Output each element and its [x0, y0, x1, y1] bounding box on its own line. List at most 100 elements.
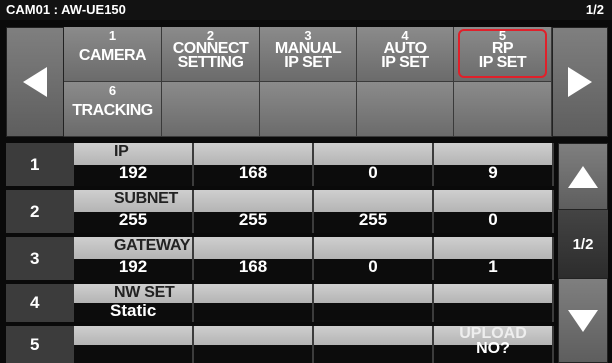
setting-row-nw-set: 4 NW SET Static	[6, 284, 554, 322]
upload-line-1: UPLOAD	[459, 325, 527, 342]
tab-manual-ip-set[interactable]: 3 MANUAL IP SET	[260, 27, 357, 82]
row-header: SUBNET	[74, 190, 192, 212]
gateway-octet-4[interactable]: 1	[434, 237, 552, 280]
next-tab-button[interactable]	[552, 27, 608, 137]
value: 192	[74, 164, 192, 186]
cell-value	[314, 303, 432, 322]
row-number: 3	[30, 248, 40, 268]
tab-tracking[interactable]: 6 TRACKING	[64, 82, 162, 137]
scroll-page-indicator: 1/2	[558, 210, 608, 278]
empty-cell	[194, 326, 312, 363]
cell-header	[74, 326, 192, 345]
scroll-down-button[interactable]	[558, 278, 608, 363]
cell-header	[314, 237, 432, 259]
empty-cell	[194, 284, 312, 322]
empty-cell	[314, 284, 432, 322]
row-number: 5	[30, 334, 40, 354]
value: 192	[74, 258, 192, 280]
cell-value	[194, 344, 312, 363]
gateway-octet-1[interactable]: GATEWAY 192	[74, 237, 192, 280]
value: 1	[434, 258, 552, 280]
value: Static	[74, 302, 192, 322]
row-header: IP	[74, 143, 192, 165]
tab-number: 5	[498, 28, 507, 43]
ip-octet-4[interactable]: 9	[434, 143, 552, 186]
value: 9	[434, 164, 552, 186]
cell-value	[314, 344, 432, 363]
upload-line-2: NO?	[476, 340, 510, 357]
setting-row-gateway: 3 GATEWAY 192 168 0 1	[6, 237, 554, 280]
tab-label-2: IP SET	[381, 54, 429, 71]
tab-label-2: SETTING	[177, 54, 244, 71]
cell-header	[314, 143, 432, 165]
row-number: 4	[30, 293, 40, 312]
left-arrow-icon	[23, 67, 47, 97]
tab-label: TRACKING	[72, 102, 153, 119]
setting-row-ip: 1 IP 192 168 0 9	[6, 143, 554, 186]
tab-empty	[357, 82, 454, 137]
cell-header	[434, 237, 552, 259]
upload-button[interactable]: UPLOAD NO?	[434, 326, 552, 363]
up-arrow-icon	[568, 165, 598, 188]
row-header: GATEWAY	[74, 237, 192, 259]
ip-octet-3[interactable]: 0	[314, 143, 432, 186]
gateway-octet-3[interactable]: 0	[314, 237, 432, 280]
cell-header	[434, 190, 552, 212]
value: 255	[74, 211, 192, 233]
tab-number: 1	[108, 28, 117, 43]
cell-header	[194, 190, 312, 212]
tab-camera[interactable]: 1 CAMERA	[64, 27, 162, 82]
value: 255	[314, 211, 432, 233]
cell-header	[434, 143, 552, 165]
gateway-octet-2[interactable]: 168	[194, 237, 312, 280]
cell-value	[194, 303, 312, 322]
prev-tab-button[interactable]	[6, 27, 64, 137]
setting-row-subnet: 2 SUBNET 255 255 255 0	[6, 190, 554, 233]
value: 0	[314, 258, 432, 280]
tab-empty	[454, 82, 552, 137]
empty-cell	[74, 326, 192, 363]
row-number: 2	[30, 201, 40, 221]
subnet-octet-1[interactable]: SUBNET 255	[74, 190, 192, 233]
cell-header	[194, 326, 312, 345]
value: 0	[434, 211, 552, 233]
cell-value	[74, 344, 192, 363]
value: 168	[194, 164, 312, 186]
cell-header	[194, 237, 312, 259]
upload-label: UPLOAD NO?	[434, 325, 552, 357]
cell-header	[314, 190, 432, 212]
tab-connect-setting[interactable]: 2 CONNECT SETTING	[162, 27, 260, 82]
ip-octet-2[interactable]: 168	[194, 143, 312, 186]
subnet-octet-3[interactable]: 255	[314, 190, 432, 233]
page-indicator: 1/2	[585, 2, 604, 17]
tab-empty	[162, 82, 260, 137]
tab-label-2: IP SET	[284, 54, 332, 71]
cell-header	[434, 284, 552, 303]
value: 168	[194, 258, 312, 280]
cell-header	[194, 143, 312, 165]
cell-header	[194, 284, 312, 303]
down-arrow-icon	[568, 309, 598, 332]
row-number: 1	[30, 154, 40, 174]
tab-label: RP	[491, 40, 514, 57]
tab-empty	[260, 82, 357, 137]
value: 0	[314, 164, 432, 186]
value: 255	[194, 211, 312, 233]
tab-label-2: IP SET	[478, 54, 527, 71]
subnet-octet-2[interactable]: 255	[194, 190, 312, 233]
tab-auto-ip-set[interactable]: 4 AUTO IP SET	[357, 27, 454, 82]
tab-rp-ip-set[interactable]: 5 RP IP SET	[454, 27, 552, 82]
ip-octet-1[interactable]: IP 192	[74, 143, 192, 186]
cell-header	[314, 326, 432, 345]
tab-label: CAMERA	[78, 47, 147, 64]
title-bar: CAM01 : AW-UE150 1/2	[0, 0, 612, 20]
right-arrow-icon	[568, 67, 592, 97]
cell-value	[434, 303, 552, 322]
empty-cell	[434, 284, 552, 322]
scroll-up-button[interactable]	[558, 143, 608, 210]
tab-number: 6	[108, 83, 117, 98]
subnet-octet-4[interactable]: 0	[434, 190, 552, 233]
setting-row-upload: 5 UPLOAD NO?	[6, 326, 554, 363]
cell-header	[314, 284, 432, 303]
nw-set-value[interactable]: NW SET Static	[74, 284, 192, 322]
